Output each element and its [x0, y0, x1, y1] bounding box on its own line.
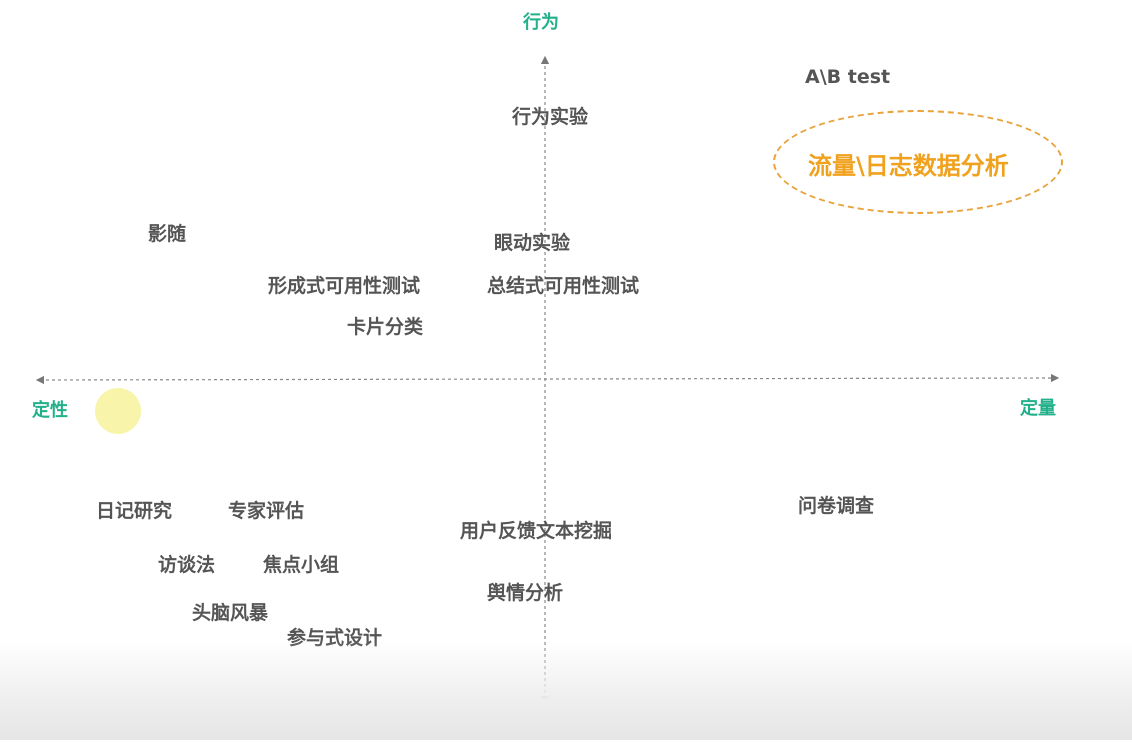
axis-label-left: 定性 [32, 400, 68, 421]
item-formative-usability-test: 形成式可用性测试 [268, 275, 421, 297]
item-brainstorming: 头脑风暴 [192, 602, 269, 624]
item-ab-test: A\B test [805, 66, 891, 88]
item-sentiment-analysis: 舆情分析 [487, 582, 564, 604]
item-card-sorting: 卡片分类 [347, 316, 424, 338]
item-survey: 问卷调查 [798, 495, 875, 517]
item-interview: 访谈法 [158, 554, 216, 576]
horizontal-axis [35, 373, 1060, 385]
item-focus-group: 焦点小组 [263, 554, 340, 576]
axis-label-right: 定量 [1020, 398, 1056, 419]
item-eye-tracking: 眼动实验 [494, 232, 571, 254]
item-behavior-experiment: 行为实验 [512, 106, 589, 128]
item-expert-review: 专家评估 [228, 500, 305, 522]
quadrant-diagram: 行为 认知态度 定性 定量 流量\日志数据分析 A\B test 行为实验 影随… [0, 0, 1132, 743]
item-shadowing: 影随 [148, 223, 187, 245]
axis-label-top: 行为 [523, 12, 559, 33]
bottom-fade [0, 640, 1132, 740]
item-summative-usability-test: 总结式可用性测试 [487, 275, 640, 297]
item-diary-study: 日记研究 [96, 500, 173, 522]
highlight-label: 流量\日志数据分析 [808, 152, 1009, 180]
cursor-highlight [95, 388, 141, 434]
item-feedback-text-mining: 用户反馈文本挖掘 [460, 520, 613, 542]
